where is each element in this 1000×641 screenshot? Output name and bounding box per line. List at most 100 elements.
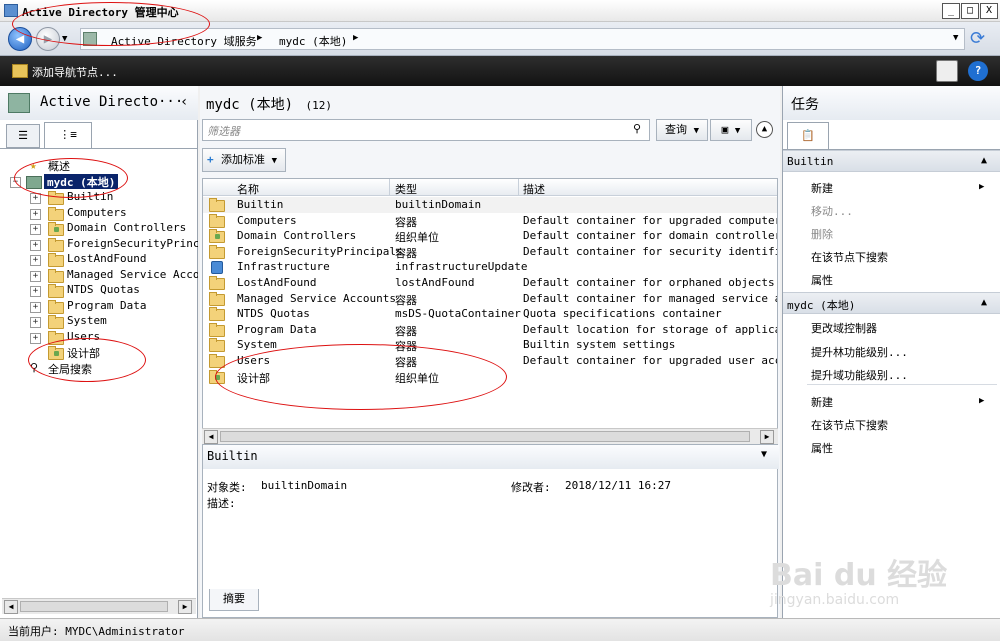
- task-label: 提升林功能级别...: [811, 346, 908, 359]
- expand-icon[interactable]: +: [30, 255, 41, 266]
- chevron-down-icon[interactable]: ▼: [761, 449, 767, 460]
- table-row[interactable]: NTDS Quotas msDS-QuotaContainer Quota spec…: [203, 306, 777, 322]
- scroll-thumb[interactable]: [220, 431, 750, 442]
- cell-name: Domain Controllers: [237, 229, 357, 243]
- task-raise-forest-level[interactable]: 提升林功能级别...: [811, 344, 908, 360]
- table-row[interactable]: Program Data 容器 Default location for stora…: [203, 322, 777, 338]
- scroll-right-icon[interactable]: ▶: [178, 600, 192, 614]
- column-divider[interactable]: [518, 179, 519, 196]
- task-properties[interactable]: 属性: [811, 272, 833, 288]
- task-search-under-node[interactable]: 在该节点下搜索: [811, 417, 888, 433]
- expand-icon[interactable]: +: [30, 332, 41, 344]
- filter-field[interactable]: 筛选器 ⚲: [202, 119, 650, 141]
- task-new[interactable]: 新建: [811, 394, 833, 410]
- search-icon[interactable]: ⚲: [633, 122, 641, 135]
- annotation-ellipse: [215, 344, 507, 410]
- expand-icon[interactable]: +: [30, 208, 41, 220]
- tree-item-program-data[interactable]: + Program Data: [0, 299, 198, 314]
- section-mydc[interactable]: mydc (本地) ▲: [783, 292, 1000, 314]
- watermark-brand: Bai du 经验: [770, 558, 948, 593]
- breadcrumb[interactable]: Active Directory 域服务 ▶ mydc (本地) ▶ ▼: [80, 28, 965, 50]
- detail-title: Builtin: [207, 449, 258, 463]
- add-criteria-button[interactable]: + 添加标准 ▼: [202, 148, 286, 172]
- task-move[interactable]: 移动...: [811, 203, 853, 219]
- expand-icon[interactable]: +: [30, 270, 41, 282]
- task-new[interactable]: 新建: [811, 180, 833, 196]
- tree-item-system[interactable]: + System: [0, 314, 198, 329]
- table-row[interactable]: Domain Controllers 组织单位 Default container …: [203, 228, 777, 244]
- folder-icon: [48, 206, 64, 221]
- task-label: 删除: [811, 228, 833, 241]
- plus-icon: +: [207, 153, 214, 166]
- scroll-left-icon[interactable]: ◀: [4, 600, 18, 614]
- horizontal-scrollbar[interactable]: ◀ ▶: [202, 428, 778, 444]
- section-title: mydc (本地): [787, 299, 856, 312]
- scroll-thumb[interactable]: [20, 601, 168, 612]
- help-icon[interactable]: ?: [968, 61, 988, 81]
- table-row[interactable]: Computers 容器 Default container for upgrade…: [203, 213, 778, 229]
- tab-list-view[interactable]: ☰: [6, 124, 40, 148]
- task-change-dc[interactable]: 更改域控制器: [811, 320, 877, 336]
- cell-description: Default container for managed service ac…: [523, 291, 777, 305]
- collapse-up-icon[interactable]: ▲: [756, 121, 773, 138]
- tab-tree-view[interactable]: ⋮≡: [44, 122, 92, 149]
- chevron-right-icon: ▶: [257, 33, 263, 43]
- cell-description: Default container for upgraded computer …: [523, 213, 778, 227]
- table-row[interactable]: Infrastructure infrastructureUpdate: [203, 259, 777, 275]
- collapse-pane-icon[interactable]: ‹: [180, 94, 188, 110]
- tree-item-lost-and-found[interactable]: + LostAndFound: [0, 252, 198, 267]
- cell-description: Default container for upgraded user acco…: [523, 354, 777, 367]
- cell-name: Managed Service Accounts: [237, 291, 396, 305]
- tree-item-label: Managed Service Accounts: [67, 267, 198, 281]
- tree-item-computers[interactable]: + Computers: [0, 206, 198, 221]
- table-row[interactable]: LostAndFound lostAndFound Default containe…: [203, 275, 777, 291]
- maximize-button[interactable]: □: [961, 3, 979, 19]
- column-header-type[interactable]: 类型: [395, 181, 417, 197]
- chevron-down-icon[interactable]: ▼: [953, 33, 958, 43]
- detail-header: Builtin ▼: [203, 445, 779, 469]
- horizontal-scrollbar[interactable]: ◀ ▶: [2, 598, 196, 614]
- query-button[interactable]: 查询 ▼: [656, 119, 708, 141]
- close-button[interactable]: X: [980, 3, 998, 19]
- column-header-description[interactable]: 描述: [523, 181, 545, 197]
- task-search-under-node[interactable]: 在该节点下搜索: [811, 249, 888, 265]
- clipboard-icon[interactable]: [936, 60, 958, 82]
- table-row[interactable]: Managed Service Accounts 容器 Default contai…: [203, 291, 777, 307]
- save-query-button[interactable]: ▣ ▼: [710, 119, 752, 141]
- cell-type: msDS-QuotaContainer: [395, 307, 521, 321]
- expand-icon[interactable]: +: [30, 286, 41, 297]
- task-properties[interactable]: 属性: [811, 440, 833, 456]
- expand-icon[interactable]: +: [30, 301, 41, 313]
- tab-tasks[interactable]: 📋: [787, 122, 829, 150]
- section-builtin[interactable]: Builtin ▲: [783, 150, 1000, 172]
- cell-name: Infrastructure: [237, 260, 330, 274]
- minimize-button[interactable]: _: [942, 3, 960, 19]
- object-count: (12): [305, 99, 332, 112]
- tree-view-icon: ⋮≡: [59, 128, 77, 141]
- chevron-right-icon: ▶: [353, 33, 359, 43]
- expand-icon[interactable]: +: [30, 239, 41, 251]
- column-header-name[interactable]: 名称: [237, 181, 259, 197]
- tree-item-ntds-quotas[interactable]: + NTDS Quotas: [0, 283, 198, 298]
- expand-icon[interactable]: +: [30, 317, 41, 328]
- refresh-icon[interactable]: ⟳: [970, 28, 985, 49]
- chevron-up-icon[interactable]: ▲: [981, 297, 987, 308]
- crumb-mydc[interactable]: mydc (本地): [279, 33, 347, 49]
- tree-item-managed-service-accounts[interactable]: + Managed Service Accounts: [0, 268, 198, 283]
- tree-item-domain-controllers[interactable]: + Domain Controllers: [0, 221, 198, 236]
- chevron-up-icon[interactable]: ▲: [981, 155, 987, 166]
- task-raise-domain-level[interactable]: 提升域功能级别...: [811, 367, 908, 383]
- tree-item-label: Domain Controllers: [67, 221, 187, 234]
- table-row[interactable]: Builtin builtinDomain: [203, 197, 777, 213]
- expand-icon[interactable]: +: [30, 224, 41, 235]
- cell-name: System: [237, 338, 277, 352]
- task-delete[interactable]: 删除: [811, 226, 833, 242]
- annotation-ellipse: [28, 338, 146, 382]
- tree-item-foreign-security-principals[interactable]: + ForeignSecurityPrincipals: [0, 237, 198, 252]
- add-navigation-node-button[interactable]: 添加导航节点...: [32, 64, 118, 80]
- column-divider[interactable]: [389, 179, 390, 196]
- scroll-right-icon[interactable]: ▶: [760, 430, 774, 444]
- tab-summary[interactable]: 摘要: [209, 589, 259, 611]
- table-row[interactable]: ForeignSecurityPrincipals 容器 Default conta…: [203, 244, 777, 260]
- scroll-left-icon[interactable]: ◀: [204, 430, 218, 444]
